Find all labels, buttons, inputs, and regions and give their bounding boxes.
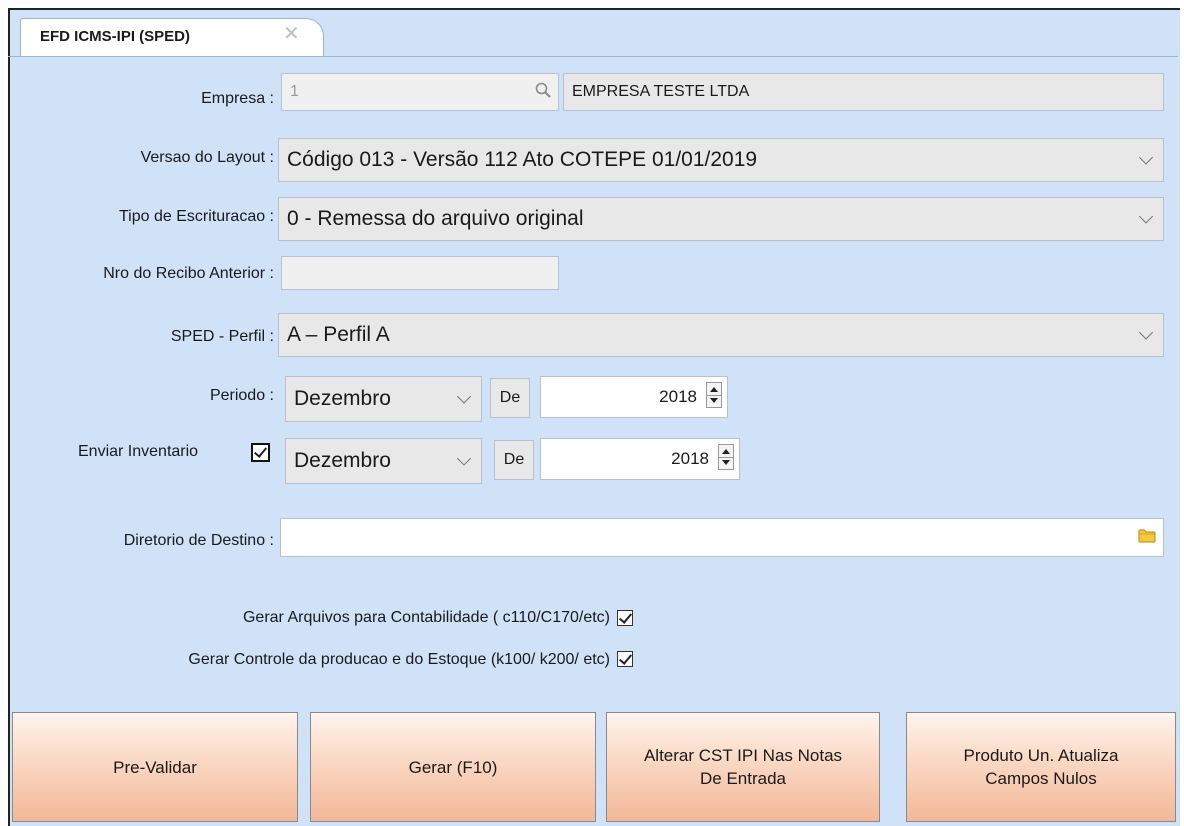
sped-perfil-label: SPED - Perfil :	[170, 328, 274, 345]
pre-validar-label: Pre-Validar	[113, 757, 197, 777]
nro-recibo-field[interactable]	[281, 256, 559, 290]
inventario-year-value: 2018	[671, 449, 709, 468]
spin-buttons-icon[interactable]	[706, 382, 722, 408]
tipo-escrituracao-value: 0 - Remessa do arquivo original	[287, 207, 584, 230]
empresa-code-value: 1	[290, 83, 299, 100]
periodo-de-label: De	[490, 378, 530, 418]
chevron-down-icon	[1138, 209, 1154, 224]
versao-layout-value: Código 013 - Versão 112 Ato COTEPE 01/01…	[287, 148, 758, 171]
produto-un-atualiza-button[interactable]: Produto Un. Atualiza Campos Nulos	[906, 712, 1176, 822]
inventario-de-label: De	[494, 440, 534, 480]
chevron-down-icon	[456, 389, 472, 404]
enviar-inventario-label: Enviar Inventario	[78, 443, 199, 460]
sped-perfil-value: A – Perfil A	[287, 323, 390, 346]
tipo-escrituracao-label: Tipo de Escrituracao :	[118, 208, 274, 225]
spin-buttons-icon[interactable]	[718, 444, 734, 470]
empresa-name-field: EMPRESA TESTE LTDA	[563, 73, 1164, 111]
gerar-controle-label: Gerar Controle da producao e do Estoque …	[188, 651, 610, 668]
alterar-cst-ipi-label: Alterar CST IPI Nas Notas De Entrada	[643, 746, 843, 788]
gerar-button[interactable]: Gerar (F10)	[310, 712, 596, 822]
periodo-month-select[interactable]: Dezembro	[285, 376, 482, 422]
gerar-contabilidade-label: Gerar Arquivos para Contabilidade ( c110…	[242, 609, 610, 626]
inventario-year-spinner[interactable]: 2018	[540, 438, 740, 480]
produto-un-atualiza-label: Produto Un. Atualiza Campos Nulos	[963, 746, 1119, 788]
periodo-year-spinner[interactable]: 2018	[540, 376, 728, 418]
empresa-code-field[interactable]: 1	[281, 73, 559, 111]
versao-layout-label: Versao do Layout :	[140, 149, 274, 166]
search-icon[interactable]	[534, 81, 552, 99]
alterar-cst-ipi-button[interactable]: Alterar CST IPI Nas Notas De Entrada	[606, 712, 880, 822]
enviar-inventario-checkbox[interactable]	[251, 443, 270, 462]
tab-close-icon[interactable]: ✕	[283, 24, 300, 44]
tab-title: EFD ICMS-IPI (SPED)	[40, 28, 191, 45]
sped-perfil-select[interactable]: A – Perfil A	[278, 313, 1164, 357]
nro-recibo-label: Nro do Recibo Anterior :	[103, 265, 274, 282]
gerar-contabilidade-checkbox[interactable]	[617, 610, 633, 626]
folder-icon[interactable]	[1137, 526, 1157, 544]
chevron-down-icon	[1138, 150, 1154, 165]
inventario-month-select[interactable]: Dezembro	[285, 438, 482, 484]
periodo-label: Periodo :	[209, 387, 274, 404]
gerar-controle-checkbox[interactable]	[617, 651, 633, 667]
tipo-escrituracao-select[interactable]: 0 - Remessa do arquivo original	[278, 197, 1164, 241]
pre-validar-button[interactable]: Pre-Validar	[12, 712, 298, 822]
empresa-name-value: EMPRESA TESTE LTDA	[572, 83, 750, 100]
diretorio-destino-field[interactable]	[280, 518, 1164, 557]
empresa-label: Empresa :	[201, 90, 274, 107]
diretorio-destino-label: Diretorio de Destino :	[123, 532, 274, 549]
versao-layout-select[interactable]: Código 013 - Versão 112 Ato COTEPE 01/01…	[278, 138, 1164, 182]
periodo-year-value: 2018	[659, 387, 697, 406]
chevron-down-icon	[1138, 325, 1154, 340]
gerar-label: Gerar (F10)	[408, 757, 498, 777]
chevron-down-icon	[456, 451, 472, 466]
inventario-month-value: Dezembro	[294, 449, 391, 472]
periodo-month-value: Dezembro	[294, 387, 391, 410]
tab-divider	[8, 56, 1178, 57]
